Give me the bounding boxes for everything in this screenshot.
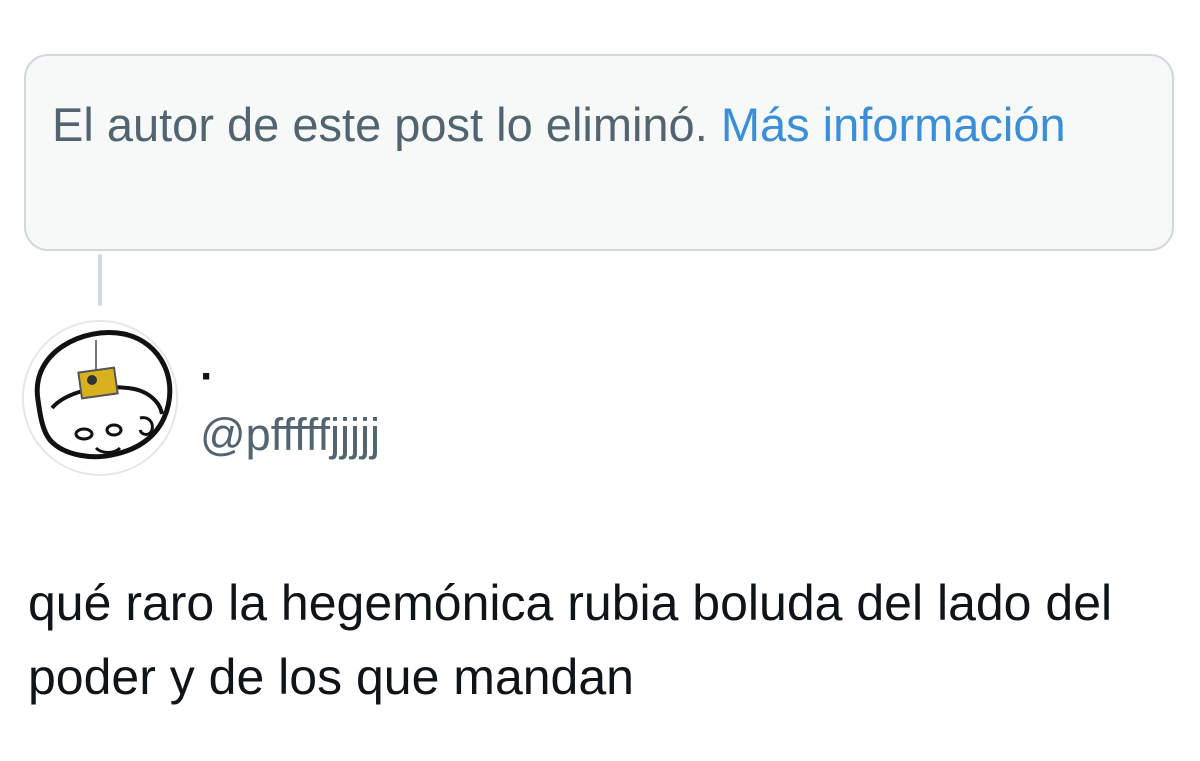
author-handle[interactable]: @pfffffjjjjj bbox=[200, 408, 380, 462]
deleted-post-notice: El autor de este post lo eliminó. Más in… bbox=[24, 54, 1174, 251]
more-info-link[interactable]: Más información bbox=[721, 98, 1066, 151]
post-text: qué raro la hegemónica rubia boluda del … bbox=[28, 575, 1113, 705]
deleted-post-message: El autor de este post lo eliminó. bbox=[52, 98, 708, 151]
thread-connector-line bbox=[98, 254, 102, 306]
avatar[interactable] bbox=[22, 320, 178, 476]
author-display-name[interactable]: · bbox=[200, 352, 215, 402]
meme-face-avatar-icon bbox=[24, 322, 176, 474]
